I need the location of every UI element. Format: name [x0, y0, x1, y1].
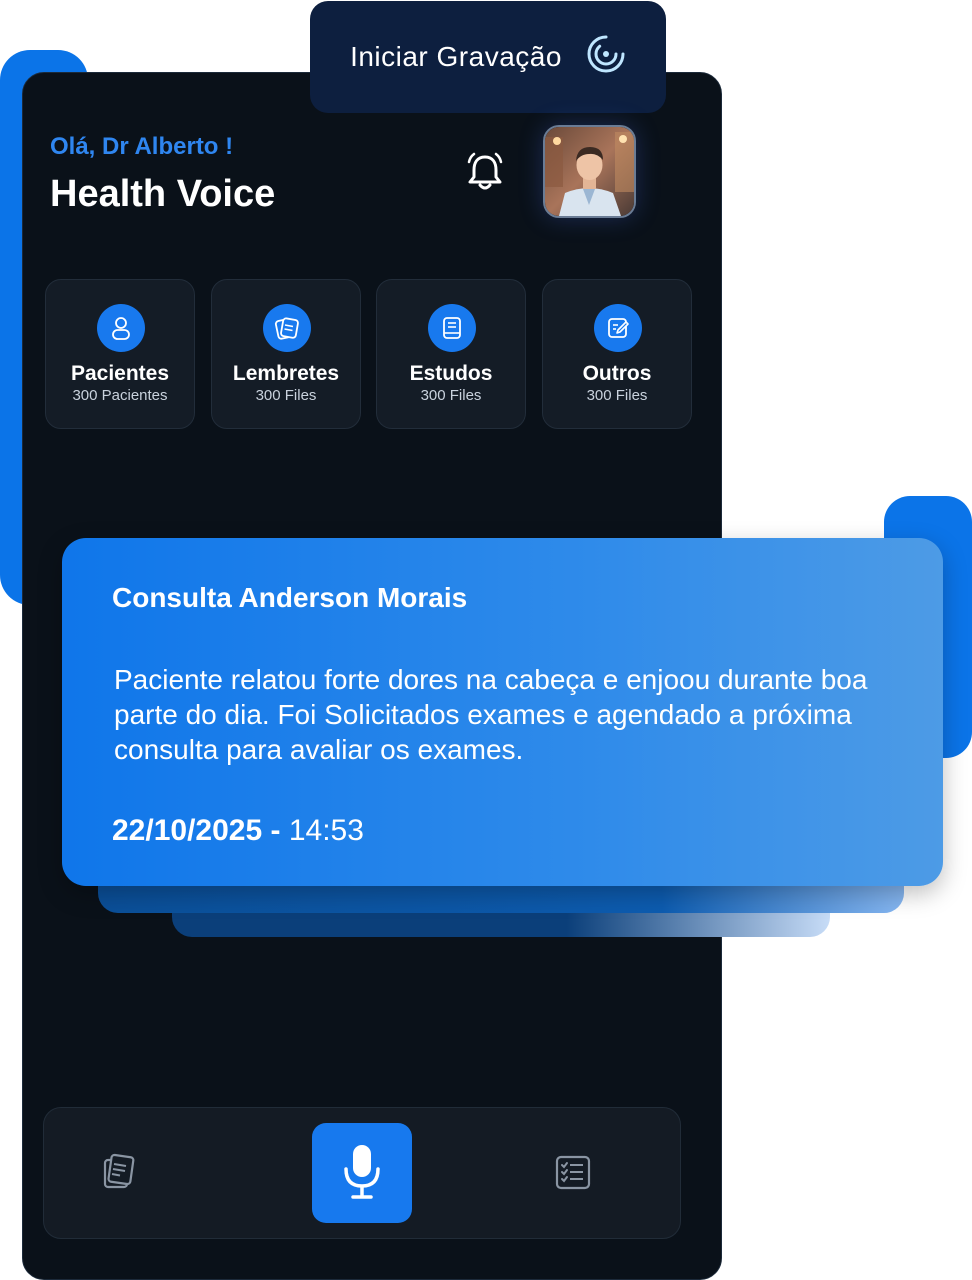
book-icon	[428, 304, 476, 352]
note-body: Paciente relatou forte dores na cabeça e…	[114, 664, 868, 765]
app-title: Health Voice	[50, 173, 276, 215]
category-subtitle: 300 Files	[420, 387, 482, 404]
doctor-avatar[interactable]	[543, 125, 636, 218]
category-card-lembretes[interactable]: Lembretes 300 Files	[211, 279, 361, 429]
checklist-icon[interactable]	[553, 1152, 593, 1192]
category-title: Lembretes	[232, 362, 340, 385]
note-time: 14:53	[288, 814, 364, 847]
edit-icon	[594, 304, 642, 352]
category-subtitle: 300 Pacientes	[72, 387, 168, 404]
category-title: Estudos	[409, 362, 493, 385]
category-card-estudos[interactable]: Estudos 300 Files	[376, 279, 526, 429]
start-recording-label: Iniciar Gravação	[350, 41, 562, 72]
category-title: Outros	[582, 362, 652, 385]
microphone-icon	[339, 1141, 385, 1206]
documents-icon[interactable]	[99, 1152, 139, 1192]
greeting-text: Olá, Dr Alberto !	[50, 133, 234, 160]
consultation-note-card[interactable]: Consulta Anderson Morais Paciente relato…	[62, 538, 943, 886]
note-date: 22/10/2025 -	[112, 814, 281, 847]
note-datetime: 22/10/2025 - 14:53	[112, 814, 364, 848]
record-microphone-button[interactable]	[312, 1123, 412, 1223]
user-icon	[97, 304, 145, 352]
category-subtitle: 300 Files	[255, 387, 317, 404]
notes-icon	[263, 304, 311, 352]
category-card-pacientes[interactable]: Pacientes 300 Pacientes	[45, 279, 195, 429]
bell-icon[interactable]	[463, 150, 507, 194]
category-subtitle: 300 Files	[586, 387, 648, 404]
category-title: Pacientes	[70, 362, 170, 385]
note-title: Consulta Anderson Morais	[112, 582, 468, 613]
start-recording-button[interactable]: Iniciar Gravação	[310, 1, 666, 113]
category-card-outros[interactable]: Outros 300 Files	[542, 279, 692, 429]
record-spinner-icon	[586, 34, 626, 81]
